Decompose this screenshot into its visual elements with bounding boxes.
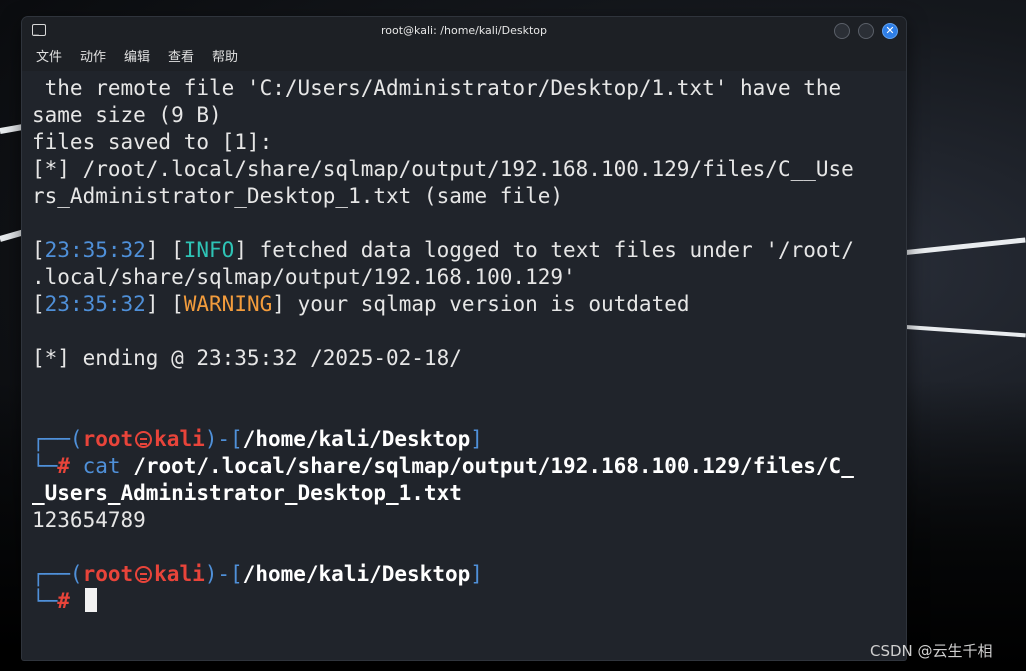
wallpaper-stripe [905,325,1026,338]
title-bar[interactable]: _ root@kali: /home/kali/Desktop ✕ [22,17,906,45]
command-output: 123654789 [32,508,146,532]
prompt-header: ┌──(root kali)-[/home/kali/Desktop] [32,562,483,586]
menu-view[interactable]: 查看 [168,49,194,67]
output-line: rs_Administrator_Desktop_1.txt (same fil… [32,184,564,208]
prompt-path: /home/kali/Desktop [242,427,471,451]
prompt-host: kali [154,427,205,451]
maximize-button[interactable] [858,23,874,39]
output-line: same size (9 B) [32,103,222,127]
wallpaper-stripe [905,237,1026,255]
command-argument-continuation: _Users_Administrator_Desktop_1.txt [32,481,462,505]
skull-icon [135,431,153,448]
log-message: your sqlmap version is outdated [284,292,690,316]
timestamp: 23:35:32 [44,292,146,316]
command-argument: /root/.local/share/sqlmap/output/192.168… [120,454,854,478]
prompt-user: root [82,427,134,451]
command-line: └─# cat /root/.local/share/sqlmap/output… [32,454,854,478]
skull-icon [135,566,153,583]
menu-edit[interactable]: 编辑 [124,49,150,67]
prompt-user: root [82,562,134,586]
output-line: files saved to [1]: [32,130,273,154]
output-line: [*] /root/.local/share/sqlmap/output/192… [32,157,854,181]
menu-file[interactable]: 文件 [36,49,62,67]
menu-help[interactable]: 帮助 [212,49,238,67]
log-info-line: [23:35:32] [INFO] fetched data logged to… [32,238,854,262]
menu-bar: 文件 动作 编辑 查看 帮助 [22,45,906,71]
output-line: the remote file 'C:/Users/Administrator/… [32,76,842,100]
command-name: cat [82,454,121,478]
log-warning-line: [23:35:32] [WARNING] your sqlmap version… [32,292,690,316]
timestamp: 23:35:32 [44,238,146,262]
log-message: fetched data logged to text files under … [246,238,854,262]
terminal-window: _ root@kali: /home/kali/Desktop ✕ 文件 动作 … [22,17,906,660]
output-line: [*] ending @ 23:35:32 /2025-02-18/ [32,346,462,370]
close-icon: ✕ [885,24,895,37]
prompt-path: /home/kali/Desktop [242,562,471,586]
prompt-header: ┌──(root kali)-[/home/kali/Desktop] [32,427,483,451]
close-button[interactable]: ✕ [882,23,898,39]
input-line[interactable]: └─# [32,588,97,615]
watermark: CSDN @云生千相 [870,642,993,660]
minimize-button[interactable] [834,23,850,39]
prompt-host: kali [154,562,205,586]
menu-action[interactable]: 动作 [80,49,106,67]
log-level-info: INFO [183,238,235,262]
output-line: .local/share/sqlmap/output/192.168.100.1… [32,265,576,289]
log-level-warning: WARNING [183,292,273,316]
text-cursor [84,588,97,612]
window-title: root@kali: /home/kali/Desktop [381,24,547,37]
terminal-output[interactable]: the remote file 'C:/Users/Administrator/… [22,71,906,660]
